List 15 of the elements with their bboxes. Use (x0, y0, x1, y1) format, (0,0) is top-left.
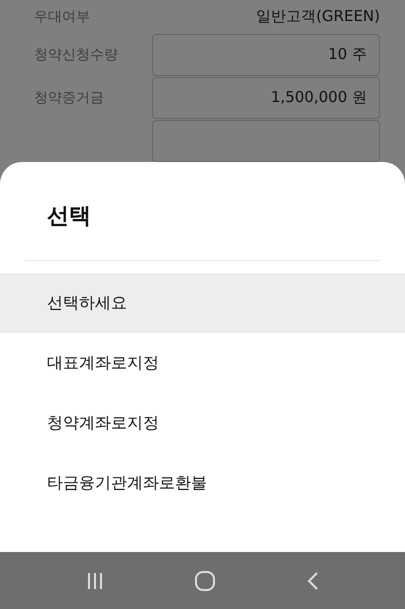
recent-apps-icon[interactable] (86, 572, 104, 590)
input-field[interactable] (152, 120, 380, 162)
option-item[interactable]: 청약계좌로지정 (0, 393, 405, 453)
field-value: 일반고객(GREEN) (256, 7, 380, 26)
home-icon[interactable] (195, 570, 216, 590)
option-item[interactable]: 대표계좌로지정 (0, 333, 405, 393)
field-label: 우대여부 (34, 8, 90, 26)
field-label: 청약증거금 (34, 88, 104, 107)
option-item[interactable]: 선택하세요 (0, 273, 405, 333)
field-label: 청약신청수량 (34, 46, 118, 64)
input-field[interactable]: 1,500,000 원 (152, 76, 380, 119)
input-field[interactable]: 10 주 (152, 34, 380, 76)
sheet-title: 선택 (47, 204, 91, 230)
back-icon[interactable] (307, 572, 320, 590)
option-item[interactable]: 타금융기관계좌로환불 (0, 453, 405, 513)
